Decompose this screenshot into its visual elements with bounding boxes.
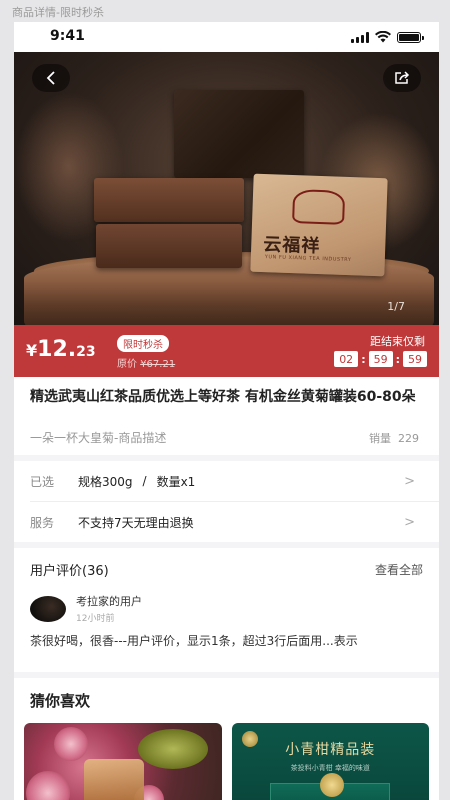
price-decimal: 23 bbox=[76, 344, 96, 360]
selected-spec: 规格300g bbox=[78, 474, 133, 489]
service-label: 服务 bbox=[30, 515, 55, 530]
flash-sale-badge: 限时秒杀 bbox=[117, 335, 169, 352]
selected-label: 已选 bbox=[30, 474, 55, 489]
tea-bowl bbox=[137, 729, 208, 769]
package-subtext: YUN FU XIANG TEA INDUSTRY bbox=[264, 254, 352, 264]
countdown-label: 距结束仅剩 bbox=[370, 335, 425, 348]
product-title: 精选武夷山红茶品质优选上等好茶 有机金丝黄菊罐装60-80朵 bbox=[30, 389, 416, 405]
price-integer: 12. bbox=[37, 337, 77, 362]
original-price: 原价 ¥67.21 bbox=[117, 355, 175, 370]
selected-quantity: 数量x1 bbox=[156, 474, 196, 489]
countdown-timer: 02 : 59 : 59 bbox=[334, 351, 427, 367]
product-info-card: 精选武夷山红茶品质优选上等好茶 有机金丝黄菊罐装60-80朵 一朵一杯大皇菊-商… bbox=[14, 377, 439, 455]
tea-package: 云福祥 YUN FU XIANG TEA INDUSTRY bbox=[250, 173, 388, 277]
recommended-product-title: 小青柑精品装 bbox=[285, 742, 376, 758]
status-time: 9:41 bbox=[50, 28, 85, 44]
service-value: 不支持7天无理由退换 bbox=[78, 515, 194, 530]
share-icon bbox=[395, 71, 410, 84]
review-username: 考拉家的用户 bbox=[76, 595, 142, 608]
service-row[interactable]: 服务 不支持7天无理由退换 > bbox=[14, 502, 439, 542]
sales-label: 销量 bbox=[369, 432, 391, 445]
flash-sale-bar: ¥12.23 限时秒杀 原价 ¥67.21 距结束仅剩 02 : 59 : 59 bbox=[14, 325, 439, 377]
selection-separator: / bbox=[142, 474, 147, 488]
sales-count: 销量 229 bbox=[369, 430, 419, 446]
tea-brick bbox=[94, 178, 244, 222]
currency-symbol: ¥ bbox=[26, 341, 38, 360]
review-time: 12小时前 bbox=[76, 614, 115, 624]
battery-icon bbox=[397, 31, 424, 43]
phone-screen: 9:41 云福祥 YUN FU XIANG TEA INDUSTRY 1/7 ¥… bbox=[14, 22, 439, 800]
image-pager: 1/7 bbox=[387, 300, 405, 313]
back-arrow-icon bbox=[46, 71, 55, 85]
recommendations-title: 猜你喜欢 bbox=[30, 692, 91, 710]
teapot-logo-icon bbox=[292, 189, 346, 225]
countdown-minutes: 59 bbox=[368, 351, 393, 367]
view-all-reviews-link[interactable]: 查看全部 bbox=[375, 561, 423, 578]
tea-cup bbox=[84, 759, 144, 800]
countdown-hours: 02 bbox=[334, 351, 359, 367]
share-button[interactable] bbox=[383, 64, 421, 92]
sale-price: ¥12.23 bbox=[26, 337, 96, 362]
original-price-label: 原价 bbox=[117, 359, 137, 370]
tea-brick bbox=[174, 90, 304, 178]
sales-value: 229 bbox=[398, 432, 419, 445]
status-bar: 9:41 bbox=[14, 22, 439, 52]
back-button[interactable] bbox=[32, 64, 70, 92]
recommended-product-card[interactable] bbox=[24, 723, 222, 800]
page-caption: 商品详情-限时秒杀 bbox=[12, 6, 104, 19]
chevron-right-icon: > bbox=[404, 514, 415, 530]
signal-icon bbox=[351, 31, 369, 43]
recommended-product-card[interactable]: 小青柑精品装 茶投料小青柑 幸福的味道 bbox=[231, 723, 429, 800]
reviews-section: 用户评价(36) 查看全部 考拉家的用户 12小时前 茶很好喝，很香---用户评… bbox=[14, 548, 439, 672]
product-image-carousel[interactable]: 云福祥 YUN FU XIANG TEA INDUSTRY 1/7 bbox=[14, 52, 439, 325]
original-price-value: ¥67.21 bbox=[140, 359, 176, 370]
tea-brick bbox=[96, 224, 242, 268]
reviews-title: 用户评价(36) bbox=[30, 564, 109, 579]
status-icons bbox=[351, 31, 424, 43]
wifi-icon bbox=[375, 31, 391, 43]
review-user: 考拉家的用户 12小时前 bbox=[30, 593, 423, 624]
chevron-right-icon: > bbox=[404, 473, 415, 489]
product-subtitle: 一朵一杯大皇菊-商品描述 bbox=[30, 431, 167, 445]
spec-selector-row[interactable]: 已选 规格300g / 数量x1 > bbox=[14, 461, 439, 501]
box-seal-icon bbox=[319, 773, 344, 797]
avatar bbox=[30, 595, 66, 622]
recommended-product-subtitle: 茶投料小青柑 幸福的味道 bbox=[290, 764, 370, 772]
recommendations-section: 猜你喜欢 小青柑精品装 茶投料小青柑 幸福的味道 bbox=[14, 678, 439, 800]
review-text: 茶很好喝，很香---用户评价，显示1条，超过3行后面用...表示 bbox=[30, 634, 358, 648]
countdown-seconds: 59 bbox=[403, 351, 427, 367]
